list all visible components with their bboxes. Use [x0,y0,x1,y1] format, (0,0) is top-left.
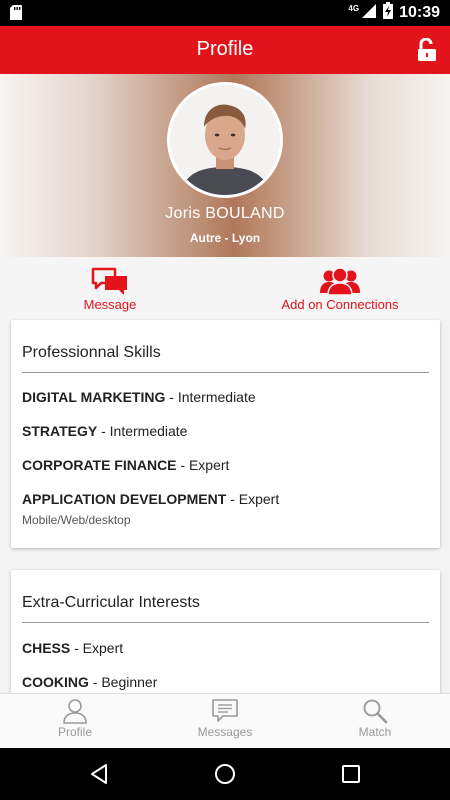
signal-icon [361,3,377,24]
interest-name: COOKING [22,674,89,690]
clock: 10:39 [399,4,440,21]
nav-profile-label: Profile [57,725,92,739]
divider [22,372,429,373]
battery-charging-icon [383,2,394,24]
interest-level: - Expert [70,640,124,656]
divider [22,622,429,623]
message-icon [212,699,238,722]
nav-messages[interactable]: Messages [180,698,270,739]
message-button[interactable]: Message [70,267,150,312]
back-icon[interactable] [87,762,111,786]
interests-title: Extra-Curricular Interests [22,594,200,611]
profile-actions: Message Add on Connections [0,257,450,320]
list-item: COOKING - Beginner [22,674,157,690]
message-label: Message [83,297,137,312]
avatar [167,82,283,198]
system-nav-bar [0,748,450,800]
profile-header: Joris BOULAND Autre - Lyon [0,74,450,257]
interest-name: CHESS [22,640,71,656]
bottom-nav: Profile Messages Match [0,693,450,748]
skill-level: - Intermediate [165,389,256,405]
nav-match[interactable]: Match [330,698,420,739]
list-item: CORPORATE FINANCE - Expert [22,457,229,473]
skill-note: Mobile/Web/desktop [22,513,131,527]
skills-card: Professionnal Skills DIGITAL MARKETING -… [11,320,440,548]
nav-profile[interactable]: Profile [30,698,120,739]
skill-name: STRATEGY [22,423,98,439]
profile-name: Joris BOULAND [165,205,285,222]
list-item: DIGITAL MARKETING - Intermediate [22,389,256,405]
profile-subtitle: Autre - Lyon [189,231,261,245]
group-icon [320,267,360,295]
interests-card: Extra-Curricular Interests CHESS - Exper… [11,570,440,710]
search-icon [363,699,388,724]
list-item: STRATEGY - Intermediate [22,423,187,439]
nav-messages-label: Messages [197,725,253,739]
skill-name: APPLICATION DEVELOPMENT [22,491,227,507]
add-connection-button[interactable]: Add on Connections [270,267,410,312]
screen: 4G 10:39 Profile Joris BOULAND Autre - L… [0,0,450,800]
unlock-icon[interactable] [416,37,438,62]
skill-name: DIGITAL MARKETING [22,389,166,405]
add-connection-label: Add on Connections [281,297,399,312]
interest-level: - Beginner [88,674,158,690]
skill-level: - Intermediate [97,423,188,439]
skills-title: Professionnal Skills [22,344,161,361]
app-bar: Profile [0,26,450,74]
list-item: CHESS - Expert [22,640,123,656]
list-item: APPLICATION DEVELOPMENT - Expert [22,491,279,507]
skill-level: - Expert [226,491,280,507]
skill-level: - Expert [176,457,230,473]
network-type-label: 4G [348,3,360,13]
sd-card-icon [10,5,22,25]
person-icon [63,699,87,724]
page-title: Profile [196,38,254,60]
skill-name: CORPORATE FINANCE [22,457,177,473]
chat-bubbles-icon [91,267,127,295]
recents-icon[interactable] [339,762,363,786]
home-icon[interactable] [213,762,237,786]
nav-match-label: Match [358,725,392,739]
status-bar: 4G 10:39 [0,0,450,26]
